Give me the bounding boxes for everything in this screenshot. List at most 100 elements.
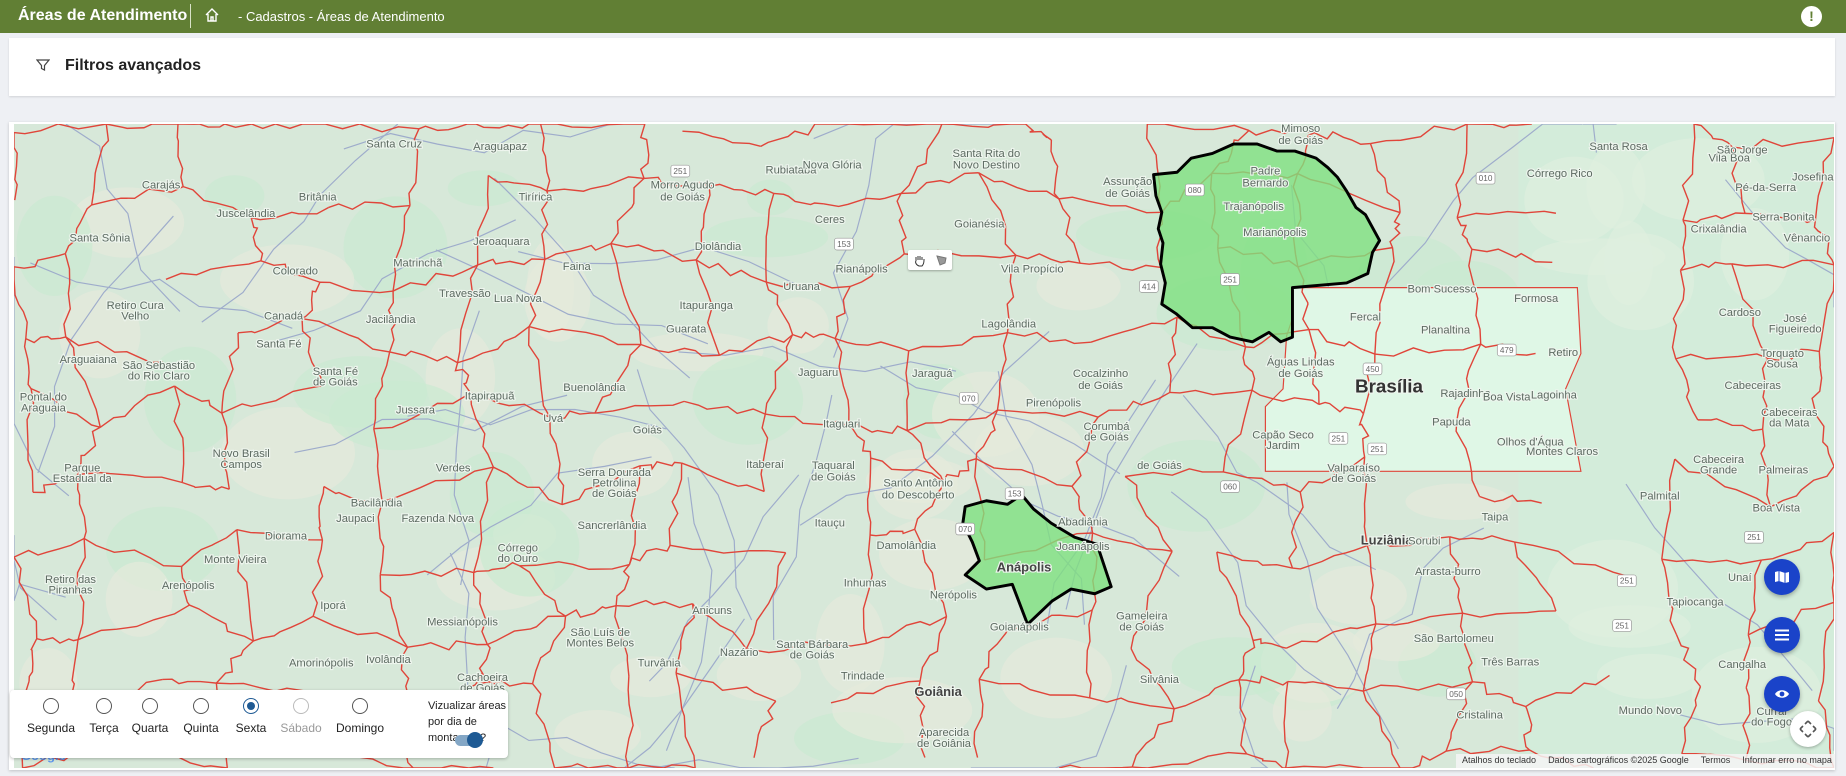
place-label: Juscelândia — [216, 208, 276, 220]
radio-button[interactable] — [96, 698, 112, 714]
hand-icon[interactable] — [908, 250, 930, 270]
place-label: Santo Antônio — [883, 478, 953, 490]
terrain-patch — [16, 195, 93, 297]
place-label: Santa Rosa — [1589, 141, 1648, 153]
place-label: de Goiás — [1278, 368, 1323, 380]
eye-icon[interactable] — [1764, 676, 1800, 712]
route-number: 010 — [1479, 174, 1493, 183]
place-label: Turvânia — [638, 658, 682, 670]
place-label: Taquaral — [812, 460, 855, 472]
polygon-draw-icon[interactable] — [930, 250, 952, 270]
place-label: Arenópolis — [162, 580, 215, 592]
place-label: Novo Destino — [953, 160, 1020, 172]
place-label: Joanápolis — [1056, 541, 1110, 553]
place-label: Cabeceiras — [1725, 380, 1782, 392]
terrain-patch — [767, 297, 829, 354]
radio-button[interactable] — [142, 698, 158, 714]
place-label: de Goiás — [1105, 188, 1150, 200]
place-label: Santa Sônia — [70, 233, 132, 245]
place-label: Verdes — [436, 462, 471, 474]
place-label: Rianápolis — [836, 263, 889, 275]
map-icon[interactable] — [1764, 559, 1800, 595]
report-error-link[interactable]: Informar erro no mapa — [1742, 755, 1832, 767]
day-label: Sábado — [280, 721, 322, 735]
route-number: 070 — [962, 394, 976, 403]
place-label: Anicuns — [692, 605, 732, 617]
place-label: Formosa — [1514, 293, 1559, 305]
place-label: Piranhas — [48, 585, 93, 597]
place-label: Colorado — [273, 266, 318, 278]
place-label: Sancrerlândia — [578, 520, 648, 532]
place-label: Palmeiras — [1759, 465, 1809, 477]
place-label: Josefina — [1792, 172, 1834, 184]
place-label: Lagoinha — [1531, 389, 1578, 401]
toggle-knob[interactable] — [467, 732, 483, 748]
place-label: Guarata — [666, 323, 707, 335]
place-label: Bernardo — [1242, 177, 1288, 189]
list-icon[interactable] — [1764, 617, 1800, 653]
place-label: Damolândia — [877, 540, 937, 552]
view-by-day-toggle[interactable] — [455, 732, 483, 748]
radio-button — [293, 698, 309, 714]
drawing-toolbar — [908, 250, 952, 270]
place-label: Assunção — [1103, 176, 1152, 188]
day-label: Segunda — [26, 721, 76, 735]
place-label: Nova Glória — [803, 160, 863, 172]
place-label: Planaltina — [1421, 325, 1471, 337]
advanced-filters-label[interactable]: Filtros avançados — [65, 57, 201, 75]
place-label: de Goiás — [1331, 473, 1376, 485]
place-label: Amorinópolis — [289, 658, 354, 670]
place-label: Velho — [121, 310, 149, 322]
terrain-patch — [692, 354, 804, 445]
advanced-filters-panel[interactable]: Filtros avançados — [9, 38, 1835, 96]
keyboard-shortcuts-link[interactable]: Atalhos do teclado — [1462, 755, 1536, 767]
place-label: de Goiás — [1084, 432, 1129, 444]
place-label: de Goiás — [790, 650, 835, 662]
day-radio-domingo[interactable]: Domingo — [330, 698, 390, 735]
place-label: Marianópolis — [1243, 227, 1307, 239]
place-label: do Descoberto — [882, 489, 955, 501]
place-label: Mundo Novo — [1619, 705, 1682, 717]
app-title: Áreas de Atendimento — [18, 7, 188, 24]
route-number: 060 — [1223, 483, 1237, 492]
place-label: de Goiás — [1137, 460, 1182, 472]
route-number: 414 — [1142, 282, 1156, 291]
place-label: Padre — [1250, 166, 1280, 178]
day-radio-segunda[interactable]: Segunda — [21, 698, 81, 735]
place-label: Figueiredo — [1769, 323, 1822, 335]
place-label: do Rio Claro — [128, 370, 190, 382]
place-label: Montes Belos — [566, 638, 634, 650]
terrain-patch — [220, 244, 355, 316]
place-label: Matrinchã — [393, 257, 443, 269]
place-label: Goiânia — [914, 684, 962, 699]
radio-button[interactable] — [243, 698, 259, 714]
place-label: Jussara — [396, 405, 436, 417]
place-label: Cristalina — [1456, 710, 1503, 722]
home-icon[interactable] — [204, 7, 220, 23]
terms-link[interactable]: Termos — [1701, 755, 1731, 767]
move-arrows-icon[interactable] — [1790, 711, 1826, 747]
place-label: Itaguari — [823, 419, 860, 431]
radio-button[interactable] — [352, 698, 368, 714]
place-label: Unaí — [1728, 572, 1752, 584]
place-label: Morro Agudo — [651, 180, 715, 192]
place-label: de Goiás — [811, 472, 856, 484]
place-label: Sorubi — [1408, 535, 1440, 547]
place-label: Pirenópolis — [1026, 398, 1082, 410]
place-label: Santa Fé — [256, 339, 301, 351]
place-label: Diolândia — [695, 241, 742, 253]
place-label: de Goiás — [1119, 621, 1164, 633]
place-label: Serra Bonita — [1752, 212, 1815, 224]
breadcrumb[interactable]: - Cadastros - Áreas de Atendimento — [238, 9, 445, 24]
route-number: 251 — [1615, 621, 1629, 630]
map-canvas[interactable]: Santa Cruz Araguapaz Rubiataba Nova Glória S… — [14, 124, 1834, 768]
place-label: de Goiânia — [917, 738, 972, 750]
place-label: Tapiocanga — [1667, 597, 1725, 609]
alert-icon[interactable]: ! — [1801, 6, 1822, 27]
top-bar: Áreas de Atendimento - Cadastros - Áreas… — [0, 0, 1846, 33]
radio-button[interactable] — [43, 698, 59, 714]
radio-button[interactable] — [193, 698, 209, 714]
place-label: Vênancio — [1784, 233, 1831, 245]
place-label: Jeroaquara — [473, 236, 530, 248]
place-label: Monte Vieira — [204, 554, 267, 566]
